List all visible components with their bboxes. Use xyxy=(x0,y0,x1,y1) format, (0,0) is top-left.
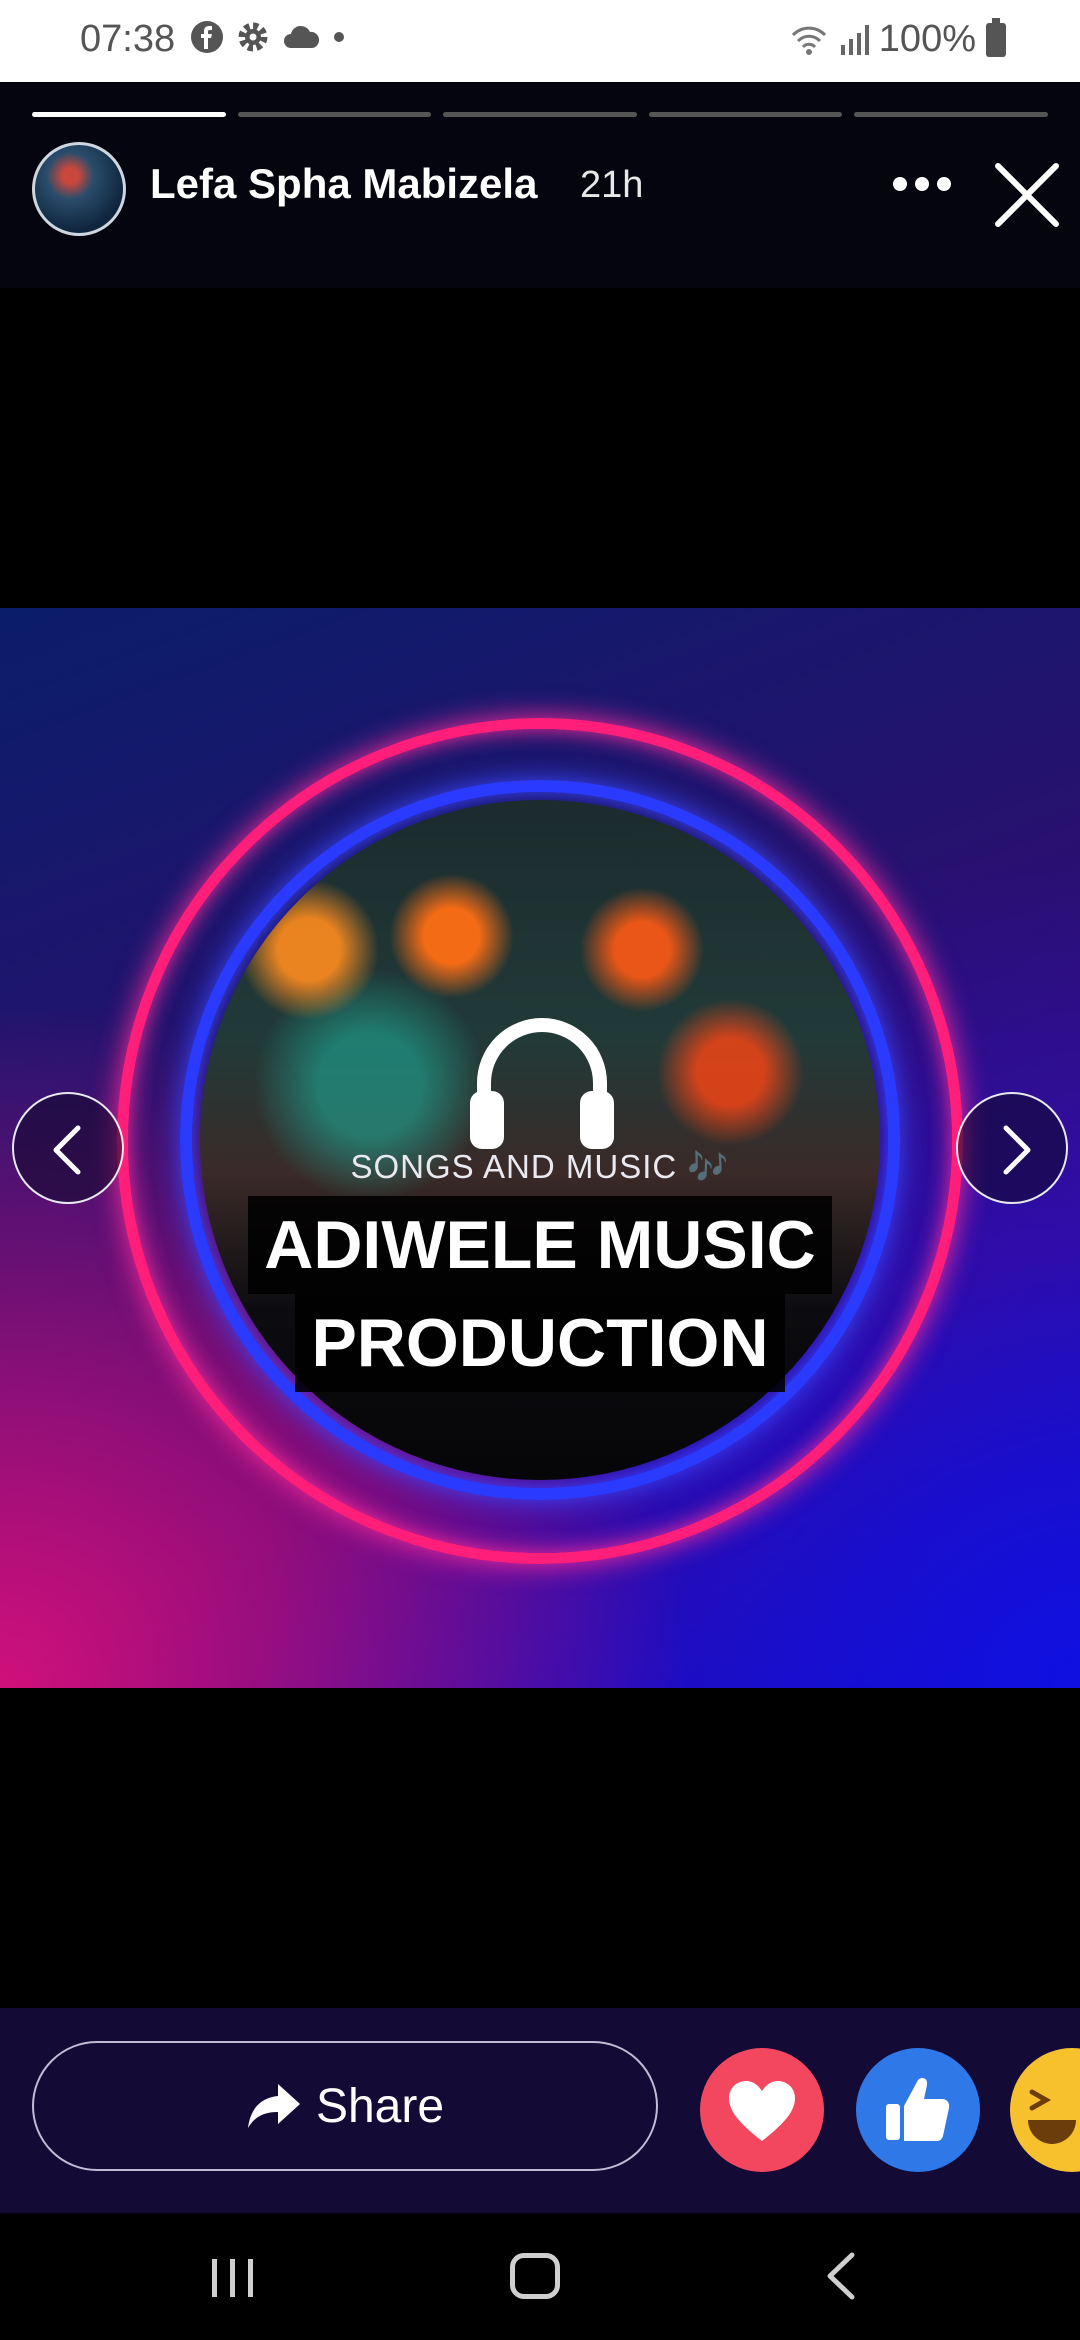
progress-segment xyxy=(32,112,226,117)
image-tagline: SONGS AND MUSIC xyxy=(350,1148,678,1185)
next-story-button[interactable] xyxy=(956,1092,1068,1204)
more-options-icon[interactable] xyxy=(890,174,954,194)
music-note-icon: 🎶 xyxy=(687,1148,730,1185)
image-title-line2: PRODUCTION xyxy=(295,1294,785,1392)
battery-percent: 100% xyxy=(878,18,976,60)
progress-fill xyxy=(32,112,226,117)
story-time: 21h xyxy=(580,164,644,206)
progress-segment xyxy=(237,112,432,117)
cloud-icon xyxy=(284,25,320,48)
back-icon[interactable] xyxy=(820,2251,860,2301)
facebook-icon xyxy=(191,21,223,53)
system-nav-bar xyxy=(0,2213,1080,2340)
avatar[interactable] xyxy=(32,142,126,236)
story-author[interactable]: Lefa Spha Mabizela xyxy=(150,160,537,208)
chevron-right-icon xyxy=(1003,1125,1031,1175)
previous-story-button[interactable] xyxy=(12,1092,124,1204)
like-reaction-button[interactable] xyxy=(856,2048,980,2172)
laughing-face-icon xyxy=(1028,2089,1076,2144)
story-image: SONGS AND MUSIC 🎶 ADIWELE MUSIC PRODUCTI… xyxy=(0,608,1080,1688)
home-icon[interactable] xyxy=(510,2253,560,2299)
love-reaction-button[interactable] xyxy=(700,2048,824,2172)
haha-reaction-button[interactable] xyxy=(1010,2048,1080,2172)
thumbs-up-icon xyxy=(886,2077,950,2141)
story-header: Lefa Spha Mabizela 21h xyxy=(0,82,1080,288)
image-title: ADIWELE MUSIC PRODUCTION xyxy=(0,1196,1080,1392)
signal-icon xyxy=(840,24,869,55)
status-time: 07:38 xyxy=(80,18,176,60)
recent-apps-icon[interactable] xyxy=(208,2255,258,2301)
status-bar: 07:38 100% xyxy=(0,0,1080,82)
close-icon[interactable] xyxy=(990,158,1064,232)
story-progress xyxy=(32,112,1048,117)
chevron-left-icon xyxy=(53,1125,81,1175)
share-icon xyxy=(247,2084,300,2128)
share-label: Share xyxy=(315,2079,445,2133)
progress-segment xyxy=(854,112,1048,117)
story-action-bar: Share xyxy=(0,2008,1080,2213)
dot-icon xyxy=(334,32,344,42)
battery-icon xyxy=(986,17,1006,57)
progress-segment xyxy=(648,112,843,117)
wifi-icon xyxy=(791,26,826,55)
image-title-line1: ADIWELE MUSIC xyxy=(248,1196,832,1294)
settings-icon xyxy=(238,22,268,52)
headphones-icon xyxy=(470,1018,614,1149)
progress-segment xyxy=(443,112,637,117)
heart-icon xyxy=(729,2081,795,2141)
share-button[interactable]: Share xyxy=(32,2041,658,2171)
